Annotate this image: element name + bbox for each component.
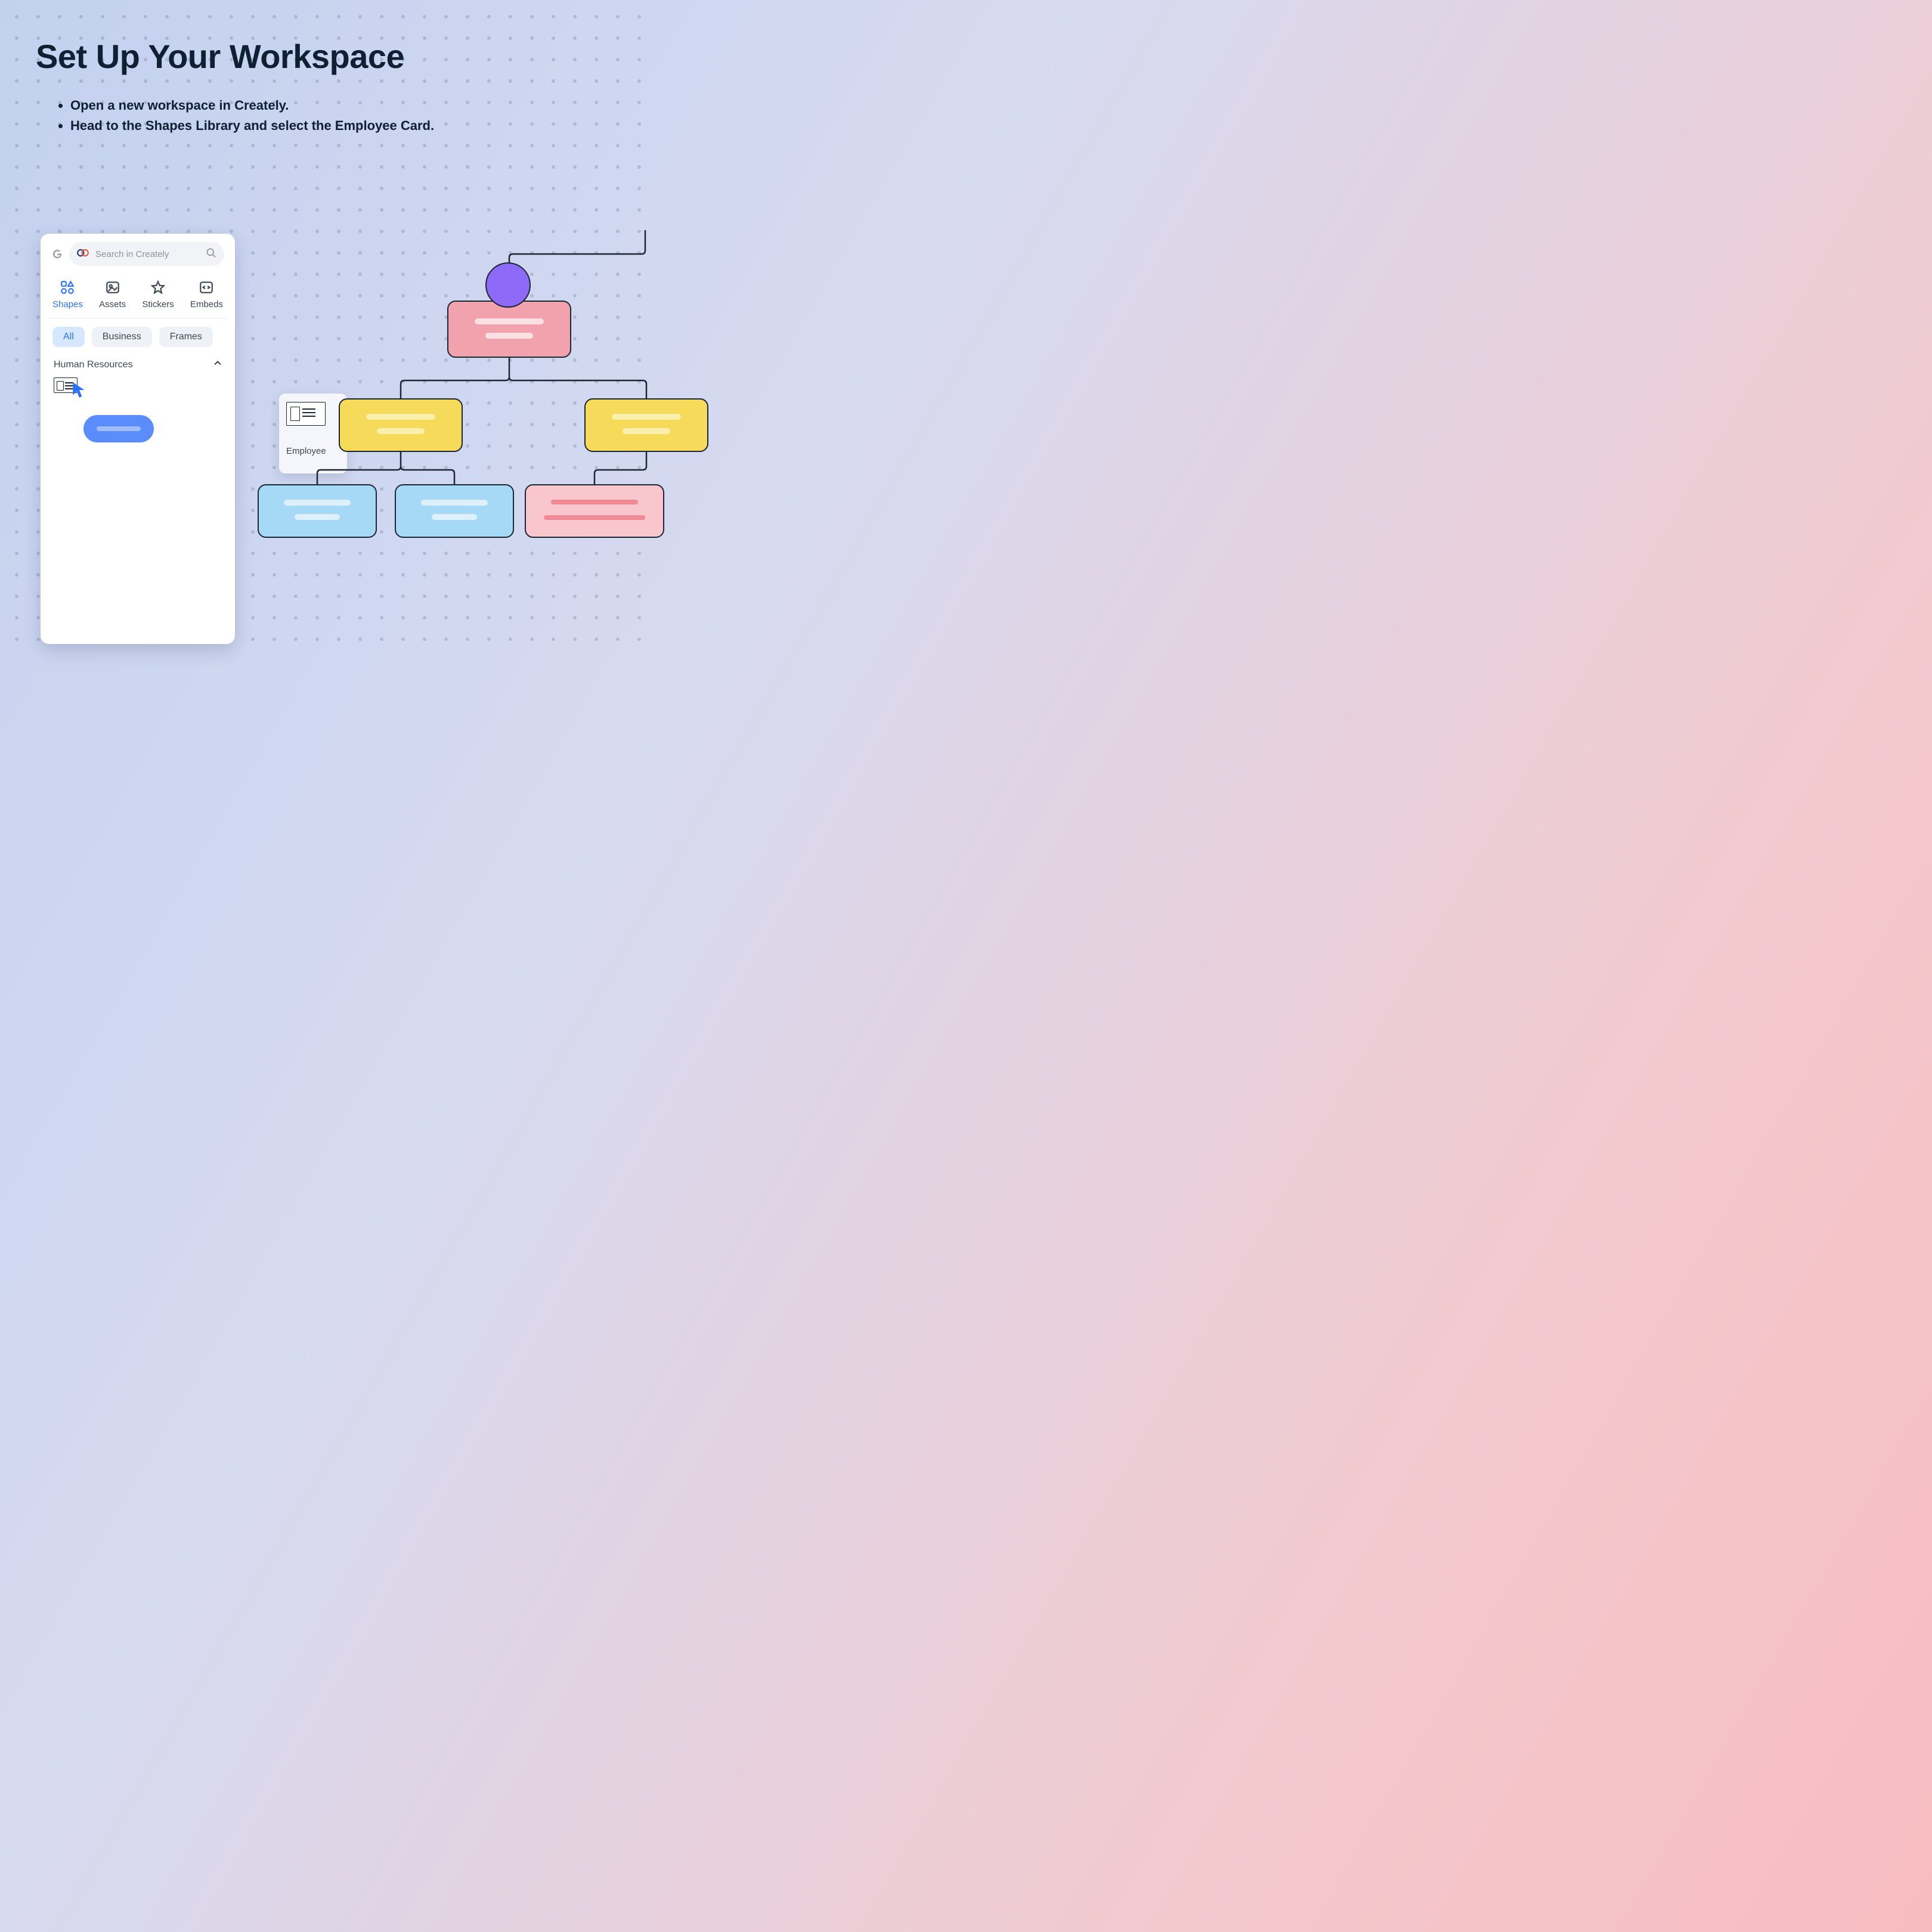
placeholder-line	[421, 500, 488, 506]
root-avatar[interactable]	[485, 262, 531, 308]
tab-label: Embeds	[190, 299, 223, 309]
search-row: Search in Creately	[49, 242, 227, 272]
page-title: Set Up Your Workspace	[36, 37, 404, 76]
section-human-resources[interactable]: Human Resources	[49, 353, 227, 374]
placeholder-line	[623, 428, 670, 434]
org-node-leaf-blue-1[interactable]	[258, 484, 377, 538]
cursor-icon	[72, 381, 87, 402]
image-icon	[104, 279, 121, 296]
tab-assets[interactable]: Assets	[99, 279, 126, 309]
placeholder-line	[612, 414, 681, 420]
org-node-root[interactable]	[447, 301, 571, 358]
org-node-leaf-blue-2[interactable]	[395, 484, 514, 538]
placeholder-line	[295, 514, 340, 520]
chip-frames[interactable]: Frames	[159, 327, 213, 347]
org-node-manager-right[interactable]	[584, 398, 708, 452]
chip-all[interactable]: All	[52, 327, 85, 347]
tab-label: Stickers	[142, 299, 174, 309]
chip-business[interactable]: Business	[92, 327, 152, 347]
placeholder-line	[475, 318, 544, 324]
instruction-list: Open a new workspace in Creately. Head t…	[57, 95, 434, 136]
tab-stickers[interactable]: Stickers	[142, 279, 174, 309]
tab-shapes[interactable]: Shapes	[52, 279, 83, 309]
section-title: Human Resources	[54, 360, 133, 370]
placeholder-line	[432, 514, 477, 520]
code-icon	[198, 279, 215, 296]
placeholder-line	[377, 428, 425, 434]
library-tabs: Shapes Assets Stickers	[49, 272, 227, 318]
employee-card-shape[interactable]	[54, 377, 86, 399]
placeholder-line	[485, 333, 533, 339]
search-icon	[205, 247, 217, 262]
org-node-leaf-pink[interactable]	[525, 484, 664, 538]
instruction-item: Open a new workspace in Creately.	[70, 95, 434, 116]
drag-ghost-pill	[83, 415, 154, 442]
filter-chips: All Business Frames	[49, 318, 227, 353]
placeholder-line	[284, 500, 351, 506]
star-icon	[150, 279, 166, 296]
org-node-manager-left[interactable]	[339, 398, 463, 452]
placeholder-line	[366, 414, 435, 420]
org-chart[interactable]	[250, 230, 668, 612]
shapes-icon	[59, 279, 76, 296]
creately-logo-icon	[76, 247, 89, 261]
placeholder-line	[544, 515, 645, 520]
instruction-item: Head to the Shapes Library and select th…	[70, 116, 434, 136]
chevron-up-icon	[213, 359, 222, 370]
tab-embeds[interactable]: Embeds	[190, 279, 223, 309]
google-icon	[51, 248, 63, 260]
tab-label: Shapes	[52, 299, 83, 309]
search-placeholder: Search in Creately	[95, 249, 169, 259]
placeholder-line	[551, 500, 638, 504]
tab-label: Assets	[99, 299, 126, 309]
search-input[interactable]: Search in Creately	[69, 242, 224, 266]
